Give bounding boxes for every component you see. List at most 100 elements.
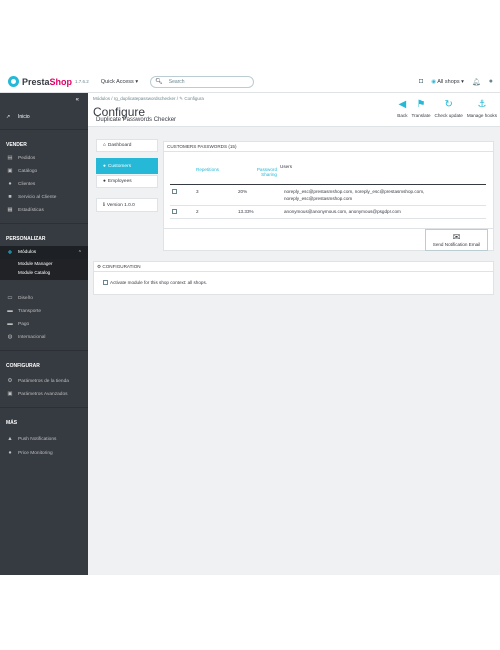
sidebar-item-parametros-tienda[interactable]: ⚙︎ Parámetros de la tienda — [0, 376, 88, 386]
sidebar-item-label: Pedidos — [18, 155, 36, 161]
info-icon: ℹ — [103, 202, 105, 208]
divider — [0, 407, 88, 408]
column-users: Users — [280, 164, 292, 169]
sidebar-item-label: Diseño — [18, 295, 33, 301]
dollar-icon: ● — [8, 450, 12, 456]
sidebar-item-price-monitoring[interactable]: ● Price Monitoring — [0, 448, 88, 458]
check-update-button[interactable]: ↻ Check update — [435, 99, 463, 118]
column-password-sharing[interactable]: Password Sharing — [232, 164, 280, 185]
advanced-settings-icon: ▣ — [7, 391, 13, 397]
sidebar-item-label: Inicio — [18, 114, 30, 120]
shops-selector[interactable]: ◉ All shops ▾ — [431, 79, 464, 85]
tab-label: Dashboard — [107, 143, 132, 148]
customers-passwords-panel: CUSTOMERS PASSWORDS (15) Repetitions Pas… — [163, 141, 494, 251]
sidebar-item-transporte[interactable]: ▬ Transporte — [0, 306, 88, 316]
flag-icon: ⚑ — [416, 99, 426, 110]
back-button[interactable]: ◀ Back — [397, 99, 407, 118]
store-icon: ▣ — [7, 168, 13, 174]
sidebar-item-parametros-avanzados[interactable]: ▣ Parámetros Avanzados — [0, 389, 88, 399]
sidebar-item-home[interactable]: ↗ Inicio — [0, 110, 88, 124]
page-header: Módulos / rg_duplicatepasswordschecker /… — [88, 93, 500, 127]
users-icon: ● — [103, 163, 106, 169]
chart-icon: ▦ — [7, 207, 13, 213]
divider — [0, 223, 88, 224]
user-icon: ● — [103, 179, 106, 184]
panel-heading: ⚙︎ CONFIGURATION — [94, 262, 493, 272]
section-vender: VENDER — [6, 142, 27, 148]
repetitions-cell: 2 — [196, 209, 199, 214]
cogs-icon: ⚙︎ — [97, 264, 102, 269]
chat-icon: ■ — [8, 194, 12, 200]
prestashop-logo[interactable]: PrestaShop 1.7.6.2 — [8, 76, 89, 87]
sidebar-item-diseno[interactable]: ▭ Diseño — [0, 293, 88, 303]
sidebar-item-label: Transporte — [18, 308, 42, 314]
sidebar-subitem-module-manager[interactable]: Module Manager — [0, 259, 88, 268]
search-input[interactable]: 🔍︎ Search — [150, 75, 255, 88]
tab-dashboard[interactable]: ⌂ Dashboard — [96, 139, 158, 152]
user-account-icon[interactable]: ● — [489, 78, 493, 85]
tab-label: Customers — [107, 163, 132, 169]
column-repetitions[interactable]: Repetitions — [184, 164, 232, 185]
sidebar-item-push-notifications[interactable]: ▲ Push Notifications — [0, 434, 88, 444]
table-row[interactable]: 3 20% noreply_esc@prestasmshop.com, nore… — [170, 185, 486, 206]
page-subtitle: Duplicate Passwords Checker — [96, 117, 177, 123]
toolbar-label: Translate — [411, 113, 431, 118]
divider — [0, 350, 88, 351]
sidebar-item-label: Servicio al Cliente — [18, 194, 57, 200]
refresh-icon: ↻ — [444, 99, 453, 110]
sidebar-item-catalogo[interactable]: ▣ Catálogo — [0, 166, 88, 176]
notifications-bell-icon[interactable]: 🔔︎ — [472, 78, 481, 86]
chevron-up-icon: ⌃ — [77, 249, 82, 256]
version-text: Version 1.0.0 — [106, 202, 135, 208]
logo-text: PrestaShop — [22, 76, 73, 87]
prestashop-logo-icon — [8, 76, 19, 87]
tab-employees[interactable]: ● Employees — [96, 175, 158, 188]
translate-button[interactable]: ⚑ Translate — [412, 99, 431, 118]
section-personalizar: PERSONALIZAR — [6, 236, 46, 242]
truck-icon: ▬ — [7, 308, 13, 314]
sidebar-item-estadisticas[interactable]: ▦ Estadísticas — [0, 205, 88, 215]
manage-hooks-button[interactable]: ⚓︎ Manage hooks — [467, 99, 497, 118]
send-notification-button[interactable]: ✉︎ Send Notification Email — [425, 229, 488, 251]
credit-card-icon: ▬ — [7, 321, 13, 327]
eye-icon: ◉ — [431, 78, 437, 85]
toolbar-label: Manage hooks — [466, 113, 497, 118]
sidebar-item-servicio[interactable]: ■ Servicio al Cliente — [0, 192, 88, 202]
sidebar-item-modulos[interactable]: ❖ Módulos ⌃ — [0, 246, 88, 259]
monitor-icon: ▭ — [7, 295, 13, 301]
toolbar-label: Check update — [434, 113, 463, 118]
breadcrumb[interactable]: Módulos / rg_duplicatepasswordschecker /… — [93, 96, 204, 102]
tab-customers[interactable]: ● Customers — [96, 158, 158, 174]
activate-module-checkbox[interactable] — [103, 280, 108, 285]
sidebar-item-label: Parámetros Avanzados — [18, 391, 68, 397]
trend-icon: ↗ — [6, 114, 11, 120]
sidebar-item-pedidos[interactable]: ▤ Pedidos — [0, 153, 88, 163]
sidebar-subitem-module-catalog[interactable]: Module Catalog — [0, 268, 88, 280]
checkbox-label: Activate module for this shop context: a… — [110, 280, 208, 285]
sidebar-item-label: Pago — [18, 321, 30, 327]
toolbar: ◀ Back ⚑ Translate ↻ Check update ⚓︎ Manage … — [397, 99, 497, 118]
puzzle-icon: ❖ — [7, 249, 13, 256]
divider — [0, 129, 88, 130]
sidebar-item-internacional[interactable]: ◍ Internacional — [0, 332, 88, 342]
table-row[interactable]: 2 13.33% anonymous@anonymous.com, anonym… — [170, 206, 486, 219]
sidebar: « ↗ Inicio VENDER ▤ Pedidos ▣ Catálogo ● Cl… — [0, 93, 88, 575]
search-placeholder: Search — [168, 78, 185, 85]
quick-access-dropdown[interactable]: Quick Access ▾ — [101, 79, 138, 85]
sidebar-item-clientes[interactable]: ● Clientes — [0, 179, 88, 189]
passwords-table: Repetitions Password Sharing Users 3 20%… — [170, 164, 486, 219]
configuration-panel: ⚙︎ CONFIGURATION Activate module for thi… — [93, 261, 494, 295]
shop-icon[interactable]: ◘ — [419, 78, 423, 85]
back-arrow-icon: ◀ — [398, 99, 407, 110]
search-icon: 🔍︎ — [155, 79, 163, 85]
sidebar-item-pago[interactable]: ▬ Pago — [0, 319, 88, 329]
users-cell: noreply_esc@prestasmshop.com, noreply_es… — [284, 189, 425, 201]
browser-viewport: PrestaShop 1.7.6.2 Quick Access ▾ 🔍︎ Sea… — [0, 71, 500, 575]
row-checkbox[interactable] — [172, 189, 177, 194]
section-mas: MÁS — [6, 420, 18, 426]
sharing-cell: 13.33% — [238, 209, 254, 214]
users-cell: anonymous@anonymous.com, anonymous@psgdp… — [284, 209, 401, 214]
collapse-sidebar-icon[interactable]: « — [76, 97, 79, 103]
gear-icon: ⚙︎ — [7, 378, 13, 384]
row-checkbox[interactable] — [172, 209, 177, 214]
